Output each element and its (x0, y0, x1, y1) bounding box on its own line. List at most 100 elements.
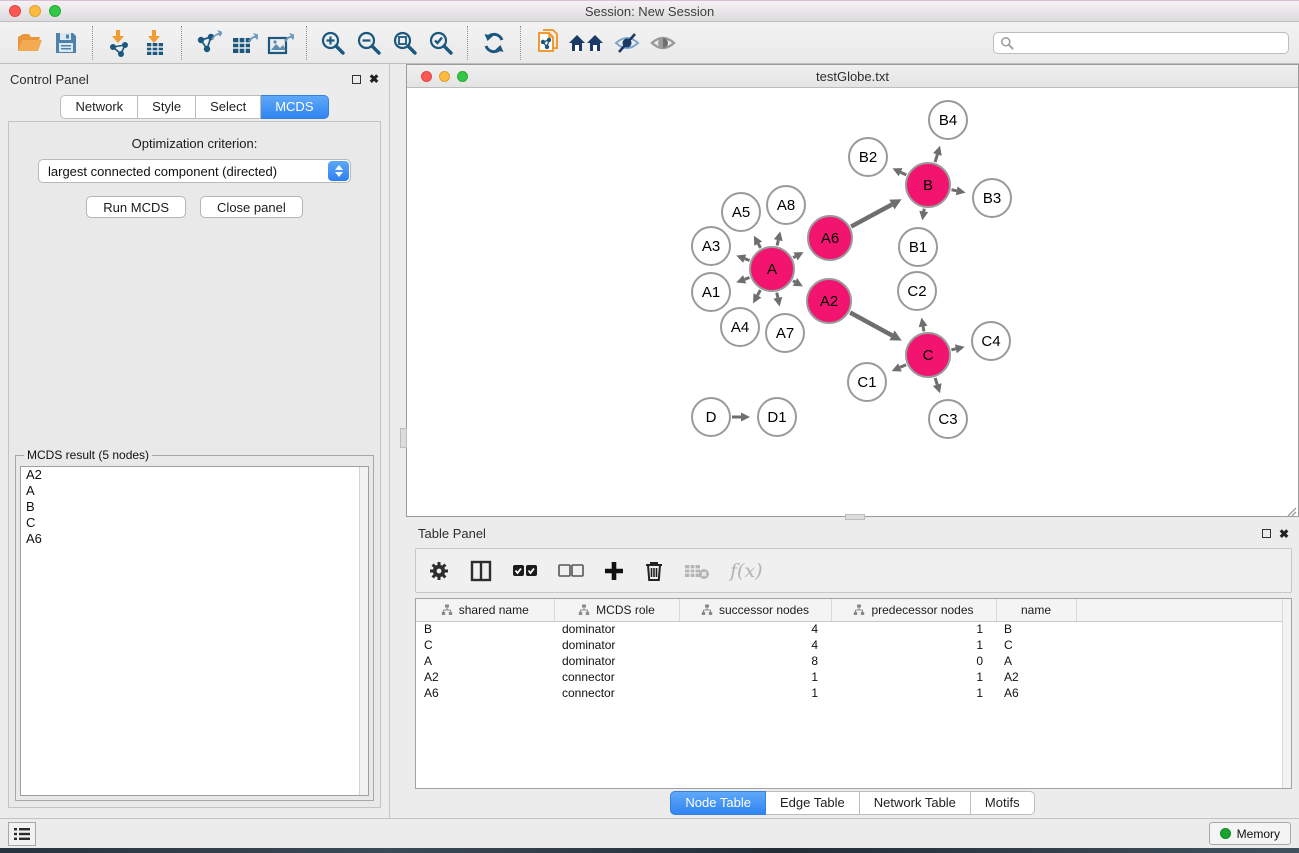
table-cell[interactable]: A2 (996, 669, 1076, 685)
table-settings-gear-icon[interactable] (428, 560, 450, 582)
graph-node-A1[interactable]: A1 (692, 273, 730, 311)
table-cell[interactable]: 1 (679, 685, 831, 701)
table-cell[interactable]: connector (554, 685, 679, 701)
graph-node-C1[interactable]: C1 (848, 363, 886, 401)
graph-edge-B-B3[interactable] (952, 186, 966, 195)
table-cell[interactable]: A (416, 653, 554, 669)
table-row[interactable]: A6connector11A6 (416, 685, 1291, 701)
table-cell[interactable]: A6 (416, 685, 554, 701)
tab-style[interactable]: Style (138, 95, 196, 119)
graph-edge-B-B2[interactable] (892, 168, 906, 176)
graph-edge-B-B1[interactable] (919, 209, 928, 221)
float-panel-icon[interactable] (352, 75, 361, 84)
result-list-item[interactable]: A2 (21, 467, 368, 483)
deselect-all-rows-icon[interactable] (558, 564, 584, 578)
run-mcds-button[interactable]: Run MCDS (86, 196, 186, 218)
hide-graphics-details-icon[interactable] (609, 26, 645, 60)
save-session-icon[interactable] (48, 26, 84, 60)
refresh-icon[interactable] (476, 26, 512, 60)
zoom-in-icon[interactable] (315, 26, 351, 60)
graph-node-C3[interactable]: C3 (929, 400, 967, 438)
show-graphics-details-icon[interactable] (645, 26, 681, 60)
export-image-icon[interactable] (262, 26, 298, 60)
table-cell[interactable]: 1 (679, 669, 831, 685)
column-header-name[interactable]: name (996, 599, 1076, 621)
zoom-fit-icon[interactable] (387, 26, 423, 60)
vertical-split-handle[interactable] (400, 428, 407, 448)
result-list-item[interactable]: A6 (21, 531, 368, 547)
graph-node-A5[interactable]: A5 (722, 193, 760, 231)
table-cell[interactable]: B (416, 621, 554, 637)
graph-edge-A-A7[interactable] (773, 293, 782, 307)
import-network-icon[interactable] (101, 26, 137, 60)
create-column-plus-icon[interactable] (604, 561, 624, 581)
table-cell[interactable]: connector (554, 669, 679, 685)
graph-edge-A-A4[interactable] (753, 290, 761, 303)
close-panel-button[interactable]: Close panel (200, 196, 303, 218)
table-row[interactable]: A2connector11A2 (416, 669, 1291, 685)
graph-node-A4[interactable]: A4 (721, 308, 759, 346)
graph-node-D1[interactable]: D1 (758, 398, 796, 436)
clone-network-icon[interactable] (529, 26, 565, 60)
column-selector-icon[interactable] (470, 560, 492, 582)
table-cell[interactable]: B (996, 621, 1076, 637)
table-cell[interactable]: 8 (679, 653, 831, 669)
close-panel-icon[interactable]: ✖ (369, 74, 379, 84)
task-history-button[interactable] (8, 822, 36, 846)
graph-edge-C-C4[interactable] (951, 344, 964, 353)
memory-button[interactable]: Memory (1209, 822, 1291, 845)
result-list-scrollbar[interactable] (359, 467, 368, 795)
import-table-icon[interactable] (137, 26, 173, 60)
float-table-panel-icon[interactable] (1262, 529, 1271, 538)
search-input[interactable] (993, 32, 1289, 54)
column-header-shared-name[interactable]: shared name (416, 599, 554, 621)
graph-node-D[interactable]: D (692, 398, 730, 436)
delete-table-icon[interactable] (684, 562, 710, 580)
graph-node-A8[interactable]: A8 (767, 186, 805, 224)
graph-edge-A-A5[interactable] (754, 236, 762, 248)
table-cell[interactable]: A (996, 653, 1076, 669)
graph-edge-A-A2[interactable] (793, 278, 803, 286)
graph-edge-C-C3[interactable] (933, 378, 942, 393)
zoom-selected-icon[interactable] (423, 26, 459, 60)
delete-column-trash-icon[interactable] (644, 560, 664, 582)
graph-edge-A-A1[interactable] (736, 275, 749, 283)
graph-node-A2[interactable]: A2 (807, 279, 851, 323)
network-canvas[interactable]: B4B2BB3A5A8A6A3B1AC2A1A2A4A7C4CC1DD1C3 (407, 88, 1298, 516)
table-row[interactable]: Cdominator41C (416, 637, 1291, 653)
column-header-predecessor-nodes[interactable]: predecessor nodes (831, 599, 996, 621)
graph-node-B4[interactable]: B4 (929, 101, 967, 139)
optimization-criterion-select[interactable]: largest connected component (directed) (38, 159, 351, 183)
export-table-icon[interactable] (226, 26, 262, 60)
network-window-titlebar[interactable]: testGlobe.txt (407, 65, 1298, 88)
graph-node-B1[interactable]: B1 (899, 228, 937, 266)
column-header-successor-nodes[interactable]: successor nodes (679, 599, 831, 621)
table-cell[interactable]: dominator (554, 621, 679, 637)
table-row[interactable]: Bdominator41B (416, 621, 1291, 637)
graph-node-A[interactable]: A (750, 247, 794, 291)
tab-motifs[interactable]: Motifs (971, 791, 1035, 815)
table-cell[interactable]: 1 (831, 621, 996, 637)
column-header-MCDS-role[interactable]: MCDS role (554, 599, 679, 621)
graph-edge-A-A8[interactable] (774, 231, 783, 245)
graph-node-C2[interactable]: C2 (898, 272, 936, 310)
table-cell[interactable]: 1 (831, 669, 996, 685)
tab-edge-table[interactable]: Edge Table (766, 791, 860, 815)
tab-mcds[interactable]: MCDS (261, 95, 328, 119)
tab-network-table[interactable]: Network Table (860, 791, 971, 815)
graph-node-B[interactable]: B (906, 163, 950, 207)
cyndex-home-icon[interactable] (565, 26, 609, 60)
table-cell[interactable]: A2 (416, 669, 554, 685)
open-session-icon[interactable] (12, 26, 48, 60)
window-resize-grip[interactable] (1286, 504, 1297, 515)
graph-edge-C-C2[interactable] (919, 318, 928, 332)
graph-node-A7[interactable]: A7 (766, 314, 804, 352)
zoom-out-icon[interactable] (351, 26, 387, 60)
table-cell[interactable]: 0 (831, 653, 996, 669)
table-cell[interactable]: 1 (831, 685, 996, 701)
graph-node-C4[interactable]: C4 (972, 322, 1010, 360)
graph-edge-A-A6[interactable] (793, 252, 803, 260)
result-list-item[interactable]: B (21, 499, 368, 515)
table-row[interactable]: Adominator80A (416, 653, 1291, 669)
table-cell[interactable]: C (416, 637, 554, 653)
